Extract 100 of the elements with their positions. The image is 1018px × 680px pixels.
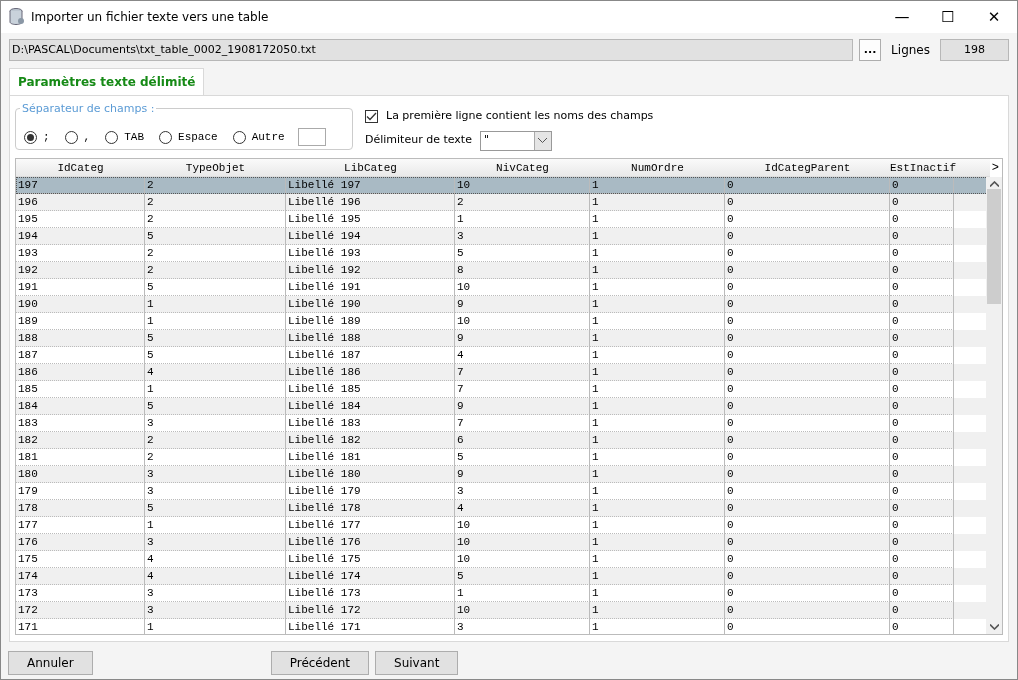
table-cell: 5 [145, 228, 286, 245]
close-button[interactable]: ✕ [971, 1, 1017, 33]
table-cell: 1 [590, 619, 725, 634]
table-cell: 1 [145, 619, 286, 634]
table-cell: 0 [725, 500, 890, 517]
table-cell: Libellé 192 [286, 262, 455, 279]
lines-count-field: 198 [940, 39, 1009, 61]
table-cell: 1 [590, 432, 725, 449]
table-row[interactable]: 171 1 Libellé 171 3 1 0 0 [16, 619, 990, 634]
table-cell: 8 [455, 262, 590, 279]
table-cell: 3 [455, 619, 590, 634]
column-header[interactable]: IdCateg [16, 159, 145, 176]
table-cell: 1 [145, 296, 286, 313]
chevron-up-icon [989, 181, 999, 187]
checkbox[interactable] [365, 109, 378, 123]
nav-button[interactable]: Suivant [375, 651, 459, 675]
table-cell: 3 [145, 534, 286, 551]
browse-button[interactable]: ... [859, 39, 882, 61]
scroll-right-button[interactable]: > [991, 159, 999, 177]
nav-button[interactable]: Précédent [270, 651, 370, 675]
checkbox-label: La première ligne contient les noms des champs [386, 108, 654, 124]
column-header[interactable]: TypeObjet [145, 159, 286, 176]
table-cell: 194 [16, 228, 145, 245]
table-cell: 0 [725, 364, 890, 381]
table-cell: 0 [725, 534, 890, 551]
file-path-field[interactable]: D:\PASCAL\Documents\txt_table_0002_1908172050.txt [9, 39, 854, 61]
table-cell: 190 [16, 296, 145, 313]
table-cell: 0 [725, 296, 890, 313]
cancel-button[interactable]: Annuler [8, 651, 93, 675]
table-cell: 9 [455, 330, 590, 347]
table-cell: 0 [890, 466, 954, 483]
table-cell: 0 [725, 194, 890, 211]
table-cell: 9 [455, 466, 590, 483]
table-cell: 171 [16, 619, 145, 634]
table-cell: 1 [590, 228, 725, 245]
table-cell: 0 [890, 296, 954, 313]
table-cell: Libellé 186 [286, 364, 455, 381]
table-cell: 0 [890, 262, 954, 279]
table-cell: 0 [725, 466, 890, 483]
table-cell: 1 [590, 262, 725, 279]
table-cell: 178 [16, 500, 145, 517]
table-cell: 2 [145, 262, 286, 279]
table-cell: 3 [145, 466, 286, 483]
table-cell: 4 [455, 500, 590, 517]
table-cell: Libellé 190 [286, 296, 455, 313]
table-cell: 9 [455, 296, 590, 313]
database-icon [9, 8, 25, 26]
table-cell: 2 [455, 194, 590, 211]
table-cell: 1 [590, 364, 725, 381]
table-cell: 0 [890, 568, 954, 585]
table-cell: Libellé 174 [286, 568, 455, 585]
table-cell: 1 [590, 568, 725, 585]
caret-icon [538, 138, 548, 143]
table-cell: 5 [145, 398, 286, 415]
table-cell: 1 [590, 398, 725, 415]
table-cell: 0 [890, 619, 954, 634]
table-cell: 0 [725, 398, 890, 415]
radio-label: TAB [124, 129, 145, 145]
table-cell: Libellé 196 [286, 194, 455, 211]
other-separator-field[interactable] [297, 128, 326, 146]
table-cell: 1 [590, 466, 725, 483]
column-header[interactable]: IdCategParent [725, 159, 890, 176]
table-cell: 0 [890, 432, 954, 449]
table-cell: Libellé 184 [286, 398, 455, 415]
table-cell: 188 [16, 330, 145, 347]
minimize-button[interactable]: — [879, 1, 925, 33]
window-title: Importer un fichier texte vers une table [31, 9, 270, 26]
vertical-scrollbar[interactable] [986, 177, 1002, 634]
table-cell: 0 [890, 194, 954, 211]
table-cell: 5 [145, 330, 286, 347]
table-cell: 0 [890, 364, 954, 381]
scrollbar-thumb[interactable] [987, 189, 1001, 304]
table-cell: 0 [890, 602, 954, 619]
table-cell: 0 [725, 619, 890, 634]
table-cell: 0 [725, 262, 890, 279]
table-cell: 192 [16, 262, 145, 279]
table-cell: 182 [16, 432, 145, 449]
table-cell: 180 [16, 466, 145, 483]
text-delimiter-dropdown[interactable]: " [479, 130, 552, 151]
table-cell: 6 [455, 432, 590, 449]
table-cell: Libellé 176 [286, 534, 455, 551]
maximize-button[interactable]: ☐ [925, 1, 971, 33]
column-header[interactable]: NivCateg [455, 159, 590, 176]
table-cell: 1 [590, 194, 725, 211]
table-cell: 0 [890, 500, 954, 517]
table-cell: Libellé 172 [286, 602, 455, 619]
chevron-down-icon [989, 624, 999, 630]
tab[interactable]: Paramètres texte délimité [9, 68, 205, 95]
table-cell: 4 [145, 364, 286, 381]
column-header[interactable]: LibCateg [286, 159, 455, 176]
column-header[interactable]: NumOrdre [590, 159, 725, 176]
table-cell: 7 [455, 364, 590, 381]
radio-label: Autre [251, 129, 285, 145]
table-cell: 2 [145, 432, 286, 449]
table-cell: 0 [725, 228, 890, 245]
table-cell: 0 [725, 330, 890, 347]
table-cell: 0 [890, 228, 954, 245]
table-cell: 0 [725, 432, 890, 449]
column-header[interactable]: EstInactif [890, 159, 954, 176]
table-cell: 1 [590, 296, 725, 313]
